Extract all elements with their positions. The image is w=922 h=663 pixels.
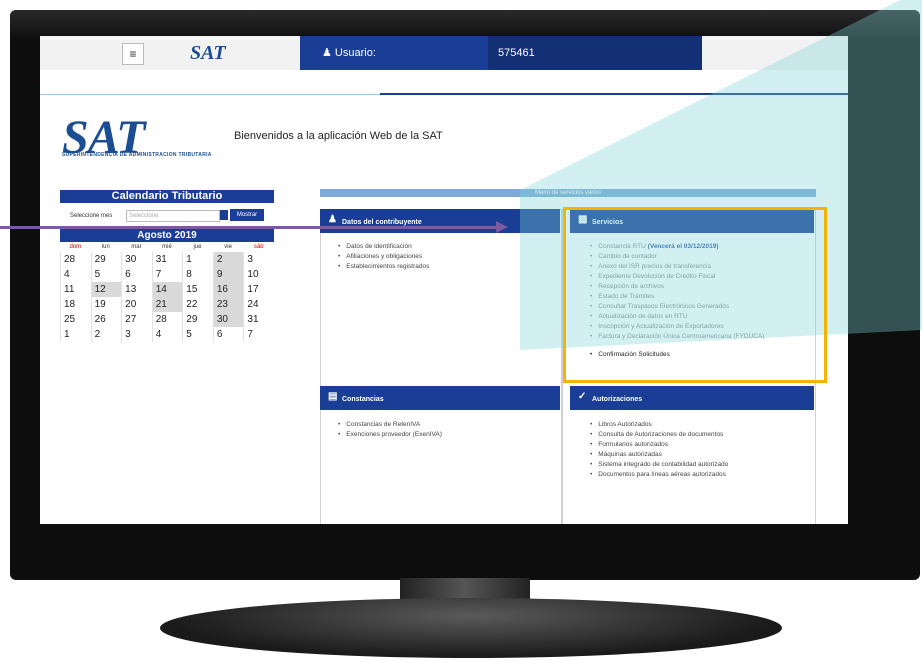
pointer-arrow [0, 226, 500, 229]
arrow-head-icon [496, 221, 508, 233]
highlight-box [563, 207, 827, 383]
